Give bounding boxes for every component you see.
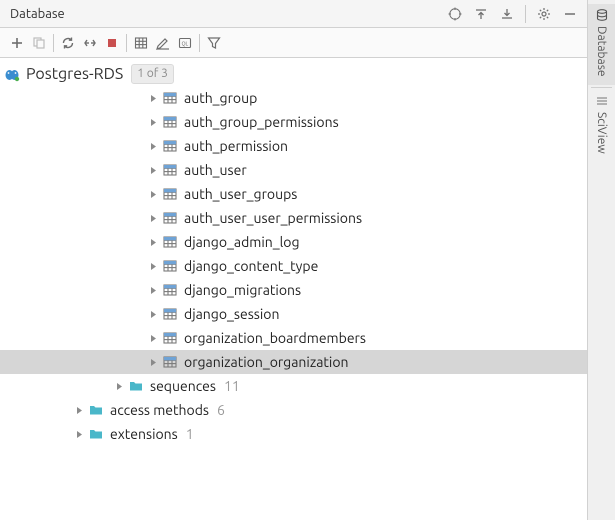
chevron-right-icon[interactable] [146,331,160,345]
tree-table-row[interactable]: auth_group_permissions [0,110,587,134]
crosshair-icon[interactable] [444,3,466,25]
table-icon [162,354,178,370]
table-label: auth_group [184,90,257,106]
table-label: auth_group_permissions [184,114,339,130]
table-label: django_session [184,306,279,322]
chevron-right-icon[interactable] [112,379,126,393]
stop-icon[interactable] [101,32,123,54]
separator [53,34,54,52]
tree-table-row[interactable]: auth_group [0,86,587,110]
tree-root-row[interactable]: Postgres-RDS 1 of 3 [0,62,587,86]
table-icon [162,186,178,202]
folder-count: 1 [186,426,194,442]
chevron-right-icon[interactable] [146,115,160,129]
folder-label: sequences [150,378,216,394]
filter-icon[interactable] [203,32,225,54]
tree-folder-row[interactable]: sequences 11 [0,374,587,398]
panel-title: Database [10,7,444,21]
tree-folder-row[interactable]: access methods 6 [0,398,587,422]
collapse-all-icon[interactable] [496,3,518,25]
edit-icon[interactable] [152,32,174,54]
tree-table-row[interactable]: auth_user [0,158,587,182]
sidebar-tab-sciview[interactable]: SciView [588,90,615,162]
sidebar-tab-label: Database [595,26,608,77]
table-label: django_content_type [184,258,318,274]
refresh-icon[interactable] [57,32,79,54]
folder-icon [128,378,144,394]
tree-table-row[interactable]: organization_boardmembers [0,326,587,350]
duplicate-icon[interactable] [28,32,50,54]
table-icon [162,114,178,130]
table-label: auth_user_user_permissions [184,210,362,226]
table-label: auth_permission [184,138,288,154]
chevron-right-icon[interactable] [146,259,160,273]
table-view-icon[interactable] [130,32,152,54]
table-label: auth_user_groups [184,186,297,202]
minimize-icon[interactable] [559,3,581,25]
separator [525,5,526,23]
table-label: auth_user [184,162,247,178]
tree-table-row[interactable]: django_admin_log [0,230,587,254]
table-label: django_migrations [184,282,301,298]
table-icon [162,138,178,154]
chevron-right-icon[interactable] [146,91,160,105]
gear-icon[interactable] [533,3,555,25]
sidebar-tab-label: SciView [595,112,608,154]
chevron-right-icon[interactable] [146,235,160,249]
toolbar: QL [0,28,587,58]
table-icon [162,210,178,226]
separator [199,34,200,52]
folder-label: extensions [110,426,178,442]
table-icon [162,258,178,274]
table-label: organization_organization [184,354,349,370]
disconnect-icon[interactable] [79,32,101,54]
folder-label: access methods [110,402,209,418]
tree-folder-row[interactable]: extensions 1 [0,422,587,446]
table-icon [162,162,178,178]
schema-count-badge[interactable]: 1 of 3 [131,64,174,84]
folder-count: 11 [224,378,240,394]
separator [591,87,613,88]
tree-table-row[interactable]: django_migrations [0,278,587,302]
table-icon [162,234,178,250]
tree-table-row[interactable]: organization_organization [0,350,587,374]
table-icon [162,90,178,106]
add-icon[interactable] [6,32,28,54]
chevron-right-icon[interactable] [72,403,86,417]
chevron-right-icon[interactable] [146,187,160,201]
chevron-right-icon[interactable] [72,427,86,441]
tree-table-row[interactable]: auth_permission [0,134,587,158]
tree-table-row[interactable]: django_session [0,302,587,326]
expand-all-icon[interactable] [470,3,492,25]
chevron-right-icon[interactable] [146,307,160,321]
panel-header: Database [0,0,587,28]
tree-table-row[interactable]: django_content_type [0,254,587,278]
right-sidebar: Database SciView [587,0,615,520]
table-icon [162,282,178,298]
header-icon-group [444,3,581,25]
separator [126,34,127,52]
datasource-label: Postgres-RDS [26,65,123,83]
table-label: organization_boardmembers [184,330,366,346]
chevron-right-icon[interactable] [146,163,160,177]
postgres-icon [4,66,20,82]
folder-icon [88,402,104,418]
svg-text:QL: QL [182,41,189,47]
table-icon [162,330,178,346]
sidebar-tab-database[interactable]: Database [588,4,615,85]
sql-console-icon[interactable]: QL [174,32,196,54]
chevron-right-icon[interactable] [146,283,160,297]
chevron-right-icon[interactable] [146,211,160,225]
tree-table-row[interactable]: auth_user_user_permissions [0,206,587,230]
chevron-right-icon[interactable] [146,139,160,153]
tree-table-row[interactable]: auth_user_groups [0,182,587,206]
folder-icon [88,426,104,442]
table-icon [162,306,178,322]
folder-count: 6 [217,402,225,418]
table-label: django_admin_log [184,234,300,250]
chevron-right-icon[interactable] [146,355,160,369]
database-tree[interactable]: Postgres-RDS 1 of 3 auth_group auth_group… [0,58,587,520]
